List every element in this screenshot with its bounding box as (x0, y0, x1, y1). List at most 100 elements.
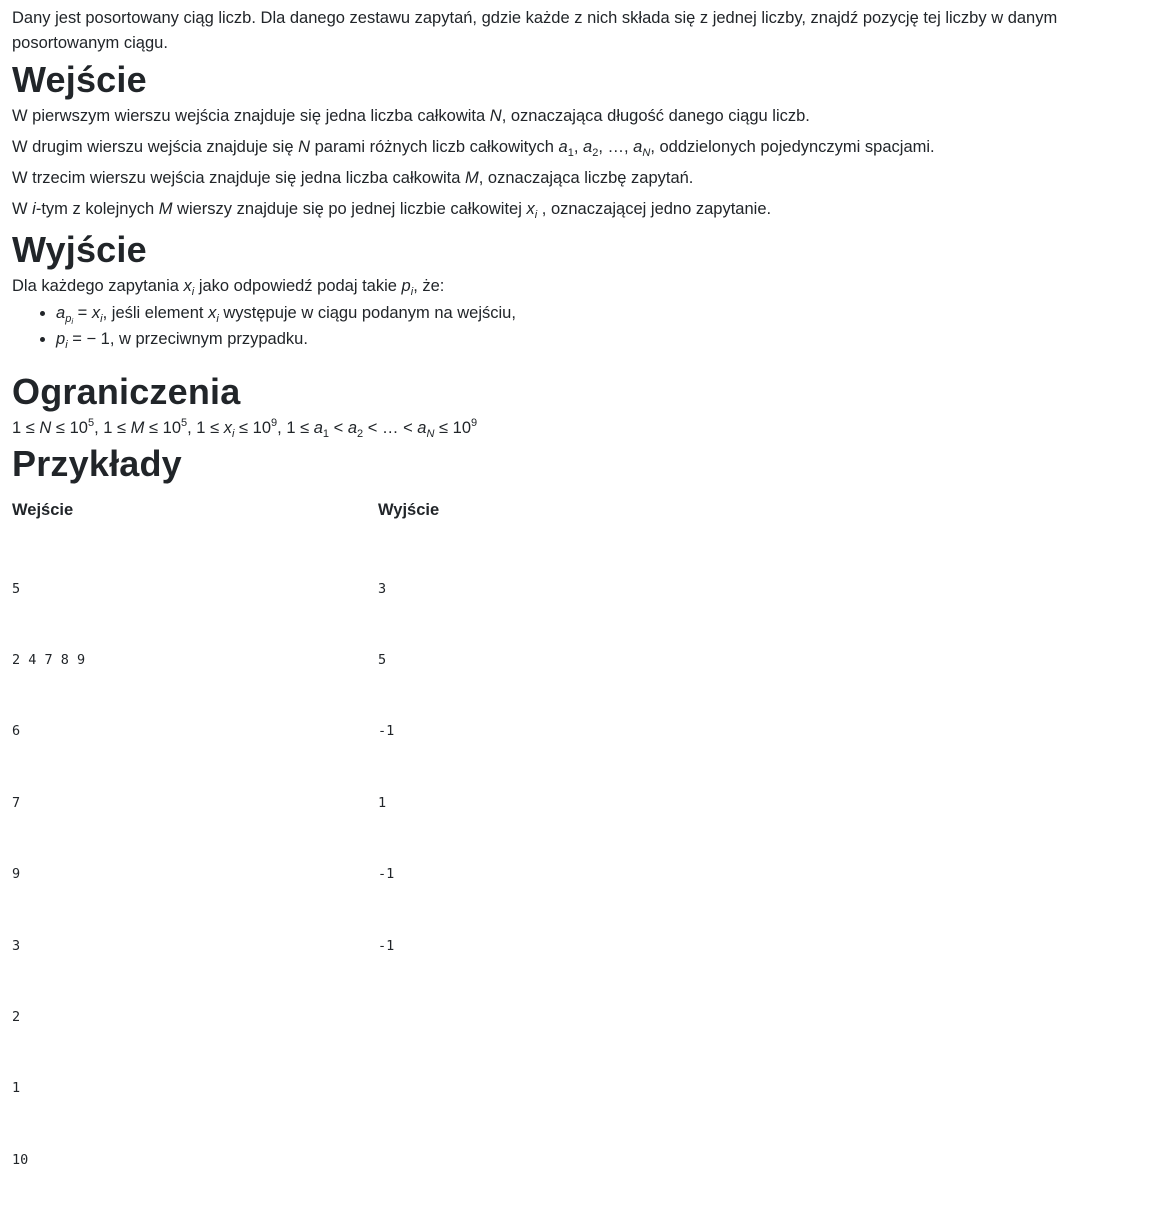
constraints-text: 1 ≤ N ≤ 105, 1 ≤ M ≤ 105, 1 ≤ xi ≤ 109, … (12, 417, 1160, 440)
example-output-line: 3 (378, 580, 387, 597)
example-output-line: 1 (378, 794, 387, 811)
comma: , (573, 138, 584, 156)
op: ≤ (205, 419, 224, 437)
example-input-column: Wejście 5 2 4 7 8 9 6 7 9 3 2 1 10 (12, 500, 378, 1220)
num: 10 (162, 419, 181, 437)
ellipsis: … (381, 419, 399, 437)
text: Dla każdego zapytania (12, 277, 184, 295)
output-rules-list: api = xi, jeśli element xi występuje w c… (12, 300, 1160, 352)
text: , oznaczającej jedno zapytanie. (537, 200, 772, 218)
var-a: a (56, 304, 66, 322)
var-m: M (158, 200, 173, 218)
example-input-line: 2 (12, 1008, 21, 1025)
op: ≤ (295, 419, 314, 437)
op: ≤ (112, 419, 131, 437)
example-input-label: Wejście (12, 501, 74, 519)
example-output-column: Wyjście 3 5 -1 1 -1 -1 (378, 500, 744, 1220)
text: parami różnych liczb całkowitych (310, 138, 559, 156)
var-a: a (633, 138, 643, 156)
example-output-line: -1 (378, 723, 395, 740)
text: W (12, 200, 33, 218)
op: < (363, 419, 382, 437)
subscript: pi (65, 313, 73, 326)
input-line-3: W trzecim wierszu wejścia znajduje się j… (12, 168, 1160, 188)
input-line-1: W pierwszym wierszu wejścia znajduje się… (12, 106, 1160, 126)
var-n: N (298, 138, 311, 156)
var-a: a (313, 419, 323, 437)
examples-table: Wejście 5 2 4 7 8 9 6 7 9 3 2 1 10 Wyjśc… (12, 500, 1160, 1220)
var-p: p (56, 330, 66, 348)
var-n: N (39, 419, 52, 437)
exponent: 9 (471, 417, 478, 429)
example-input-line: 7 (12, 794, 21, 811)
text: wierszy znajduje się po jednej liczbie c… (172, 200, 527, 218)
sep: , (94, 419, 104, 437)
op: ≤ (144, 419, 163, 437)
var-a: a (558, 138, 568, 156)
input-heading: Wejście (12, 59, 147, 100)
text: , oznaczająca długość danego ciągu liczb… (501, 107, 810, 125)
example-input-line: 1 (12, 1080, 21, 1097)
text: , jeśli element (102, 304, 209, 322)
var-x: x (91, 304, 101, 322)
num: 10 (452, 419, 472, 437)
example-input-line: 10 (12, 1151, 29, 1168)
input-line-2: W drugim wierszu wejścia znajduje się N … (12, 137, 1160, 159)
var-p: p (401, 277, 411, 295)
op: < (398, 419, 418, 437)
num: 1 (286, 419, 296, 437)
output-rule-missing: pi = − 1, w przeciwnym przypadku. (56, 326, 1160, 352)
op: ≤ (434, 419, 453, 437)
text: W trzecim wierszu wejścia znajduje się j… (12, 169, 466, 187)
text: jako odpowiedź podaj takie (194, 277, 402, 295)
op: < (329, 419, 348, 437)
text: występuje w ciągu podanym na wejściu, (218, 304, 516, 322)
constraints-heading: Ograniczenia (12, 371, 241, 412)
output-heading: Wyjście (12, 229, 147, 270)
input-line-4: W i-tym z kolejnych M wierszy znajduje s… (12, 199, 1160, 221)
output-rule-found: api = xi, jeśli element xi występuje w c… (56, 300, 1160, 326)
text: , oddzielonych pojedynczymi spacjami. (650, 138, 935, 156)
example-output-line: 5 (378, 651, 387, 668)
var-x: x (183, 277, 192, 295)
problem-statement: Dany jest posortowany ciąg liczb. Dla da… (0, 6, 1172, 1220)
var-a: a (583, 138, 593, 156)
sep: , (277, 419, 287, 437)
text: W drugim wierszu wejścia znajduje się (12, 138, 299, 156)
text: -tym z kolejnych (35, 200, 159, 218)
text: = − 1, w przeciwnym przypadku. (67, 330, 308, 348)
example-input-block: 5 2 4 7 8 9 6 7 9 3 2 1 10 (12, 530, 378, 1220)
text: , oznaczająca liczbę zapytań. (478, 169, 694, 187)
example-input-line: 6 (12, 723, 21, 740)
var-m: M (465, 169, 479, 187)
example-output-line: -1 (378, 866, 395, 883)
var-x: x (526, 200, 535, 218)
text: W pierwszym wierszu wejścia znajduje się… (12, 107, 490, 125)
example-input-line: 3 (12, 937, 21, 954)
example-input-line: 9 (12, 866, 21, 883)
num: 10 (252, 419, 272, 437)
var-m: M (130, 419, 145, 437)
example-output-block: 3 5 -1 1 -1 -1 (378, 530, 744, 1006)
text: , że: (413, 277, 445, 295)
num: 10 (69, 419, 88, 437)
var-a: a (347, 419, 358, 437)
comma: , (624, 138, 634, 156)
comma: , (598, 138, 608, 156)
num: 1 (12, 419, 22, 437)
example-output-label: Wyjście (378, 501, 440, 519)
example-input-line: 2 4 7 8 9 (12, 651, 86, 668)
text: = (73, 304, 92, 322)
var-x: x (223, 419, 232, 437)
op: ≤ (234, 419, 253, 437)
examples-heading: Przykłady (12, 443, 182, 484)
op: ≤ (51, 419, 70, 437)
var-n: N (489, 107, 502, 125)
output-lead: Dla każdego zapytania xi jako odpowiedź … (12, 276, 1160, 298)
op: ≤ (21, 419, 40, 437)
example-input-line: 5 (12, 580, 21, 597)
example-output-line: -1 (378, 937, 395, 954)
sep: , (187, 419, 197, 437)
ellipsis: … (607, 138, 625, 156)
intro-text: Dany jest posortowany ciąg liczb. Dla da… (12, 9, 1058, 52)
